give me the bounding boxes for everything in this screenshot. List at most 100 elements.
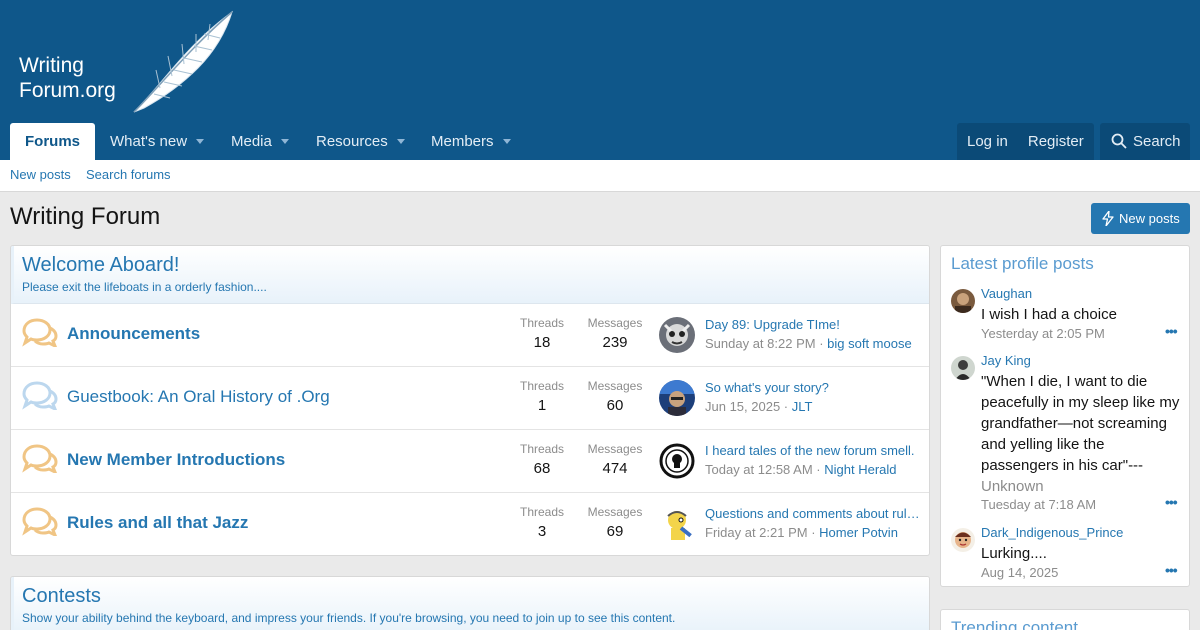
avatar[interactable] xyxy=(659,317,695,353)
last-post-time: Today at 12:58 AM xyxy=(705,462,813,477)
category-description: Show your ability behind the keyboard, a… xyxy=(22,611,676,625)
node-title[interactable]: New Member Introductions xyxy=(67,450,285,470)
profile-post-time[interactable]: Tuesday at 7:18 AM xyxy=(981,497,1096,512)
avatar[interactable] xyxy=(659,506,695,542)
profile-post: Dark_Indigenous_Prince Lurking.... Aug 1… xyxy=(941,525,1189,585)
tab-members[interactable]: Members xyxy=(431,123,511,160)
trending-content-widget: Trending content xyxy=(940,609,1190,630)
site-logo[interactable]: Writing Forum.org xyxy=(19,53,116,103)
chevron-down-icon[interactable] xyxy=(396,138,405,144)
avatar[interactable] xyxy=(951,356,975,380)
tab-media[interactable]: Media xyxy=(231,123,289,160)
category-title[interactable]: Contests xyxy=(22,585,101,608)
profile-post-user[interactable]: Vaughan xyxy=(981,286,1032,301)
search-label: Search xyxy=(1133,133,1181,150)
profile-post-user[interactable]: Jay King xyxy=(981,353,1031,368)
chat-bubbles-icon xyxy=(22,444,58,473)
new-posts-button[interactable]: New posts xyxy=(1091,203,1190,234)
profile-post: Vaughan I wish I had a choice Yesterday … xyxy=(941,286,1189,346)
node-list: Announcements Threads 18 Messages 239 Da… xyxy=(11,304,929,555)
category-welcome-aboard: Welcome Aboard! Please exit the lifeboat… xyxy=(10,245,930,556)
sub-navigation: New posts Search forums xyxy=(0,160,1200,192)
tab-resources[interactable]: Resources xyxy=(316,123,405,160)
messages-label: Messages xyxy=(587,442,643,456)
forum-node: Announcements Threads 18 Messages 239 Da… xyxy=(11,304,929,367)
forum-node: Rules and all that Jazz Threads 3 Messag… xyxy=(11,493,929,555)
threads-count: 18 xyxy=(533,334,551,351)
more-options-icon[interactable]: ••• xyxy=(1165,323,1178,339)
messages-count: 239 xyxy=(602,334,628,351)
category-header: Contests Show your ability behind the ke… xyxy=(11,577,929,630)
new-posts-link[interactable]: New posts xyxy=(10,167,71,182)
avatar[interactable] xyxy=(951,528,975,552)
last-post-meta: Jun 15, 2025 · JLT xyxy=(705,399,813,414)
chevron-down-icon[interactable] xyxy=(196,138,205,144)
chat-bubbles-icon xyxy=(22,381,58,410)
latest-profile-posts-widget: Latest profile posts Vaughan I wish I ha… xyxy=(940,245,1190,587)
messages-count: 60 xyxy=(606,397,624,414)
search-forums-link[interactable]: Search forums xyxy=(86,167,171,182)
widget-title[interactable]: Latest profile posts xyxy=(951,254,1094,274)
more-options-icon[interactable]: ••• xyxy=(1165,494,1178,510)
last-post-user[interactable]: JLT xyxy=(792,399,813,414)
last-post-user[interactable]: big soft moose xyxy=(827,336,912,351)
threads-label: Threads xyxy=(519,505,565,519)
more-options-icon[interactable]: ••• xyxy=(1165,562,1178,578)
avatar[interactable] xyxy=(659,443,695,479)
threads-label: Threads xyxy=(519,316,565,330)
register-button[interactable]: Register xyxy=(1018,123,1094,160)
new-posts-button-label: New posts xyxy=(1119,211,1180,226)
chat-bubbles-icon xyxy=(22,318,58,347)
last-post-meta: Friday at 2:21 PM · Homer Potvin xyxy=(705,525,898,540)
node-title[interactable]: Rules and all that Jazz xyxy=(67,513,248,533)
tab-media-label: Media xyxy=(231,133,272,150)
messages-label: Messages xyxy=(587,316,643,330)
category-contests: Contests Show your ability behind the ke… xyxy=(10,576,930,630)
threads-label: Threads xyxy=(519,442,565,456)
messages-count: 69 xyxy=(606,523,624,540)
category-description: Please exit the lifeboats in a orderly f… xyxy=(22,280,267,294)
messages-count: 474 xyxy=(602,460,628,477)
threads-count: 3 xyxy=(537,523,547,540)
feather-logo-icon xyxy=(133,10,233,113)
chevron-down-icon[interactable] xyxy=(280,138,289,144)
last-post-title[interactable]: I heard tales of the new forum smell. xyxy=(705,443,921,458)
chevron-down-icon[interactable] xyxy=(502,138,511,144)
search-button[interactable]: Search xyxy=(1100,123,1190,160)
last-post-title[interactable]: Questions and comments about rules... xyxy=(705,506,921,521)
last-post-title[interactable]: Day 89: Upgrade TIme! xyxy=(705,317,921,332)
threads-label: Threads xyxy=(519,379,565,393)
widget-title[interactable]: Trending content xyxy=(951,618,1078,630)
lightning-icon xyxy=(1102,211,1114,226)
node-title[interactable]: Announcements xyxy=(67,324,200,344)
tab-forums[interactable]: Forums xyxy=(10,123,96,160)
logo-line-2: Forum.org xyxy=(19,79,116,102)
threads-count: 1 xyxy=(537,397,547,414)
category-header: Welcome Aboard! Please exit the lifeboat… xyxy=(11,246,929,304)
tab-forums-label: Forums xyxy=(25,133,81,150)
profile-post-message: "When I die, I want to die peacefully in… xyxy=(981,371,1181,497)
tab-members-label: Members xyxy=(431,133,494,150)
avatar[interactable] xyxy=(951,289,975,313)
last-post-title[interactable]: So what's your story? xyxy=(705,380,921,395)
category-title[interactable]: Welcome Aboard! xyxy=(22,254,180,277)
tab-whats-new[interactable]: What's new xyxy=(110,123,205,160)
page-title: Writing Forum xyxy=(10,203,161,230)
last-post-time: Jun 15, 2025 xyxy=(705,399,781,414)
profile-post-message: I wish I had a choice xyxy=(981,306,1117,323)
profile-post-user[interactable]: Dark_Indigenous_Prince xyxy=(981,525,1123,540)
messages-label: Messages xyxy=(587,505,643,519)
node-title[interactable]: Guestbook: An Oral History of .Org xyxy=(67,387,330,407)
last-post-meta: Sunday at 8:22 PM · big soft moose xyxy=(705,336,912,351)
profile-post-message-text: "When I die, I want to die peacefully in… xyxy=(981,373,1180,474)
profile-post-message-more: Unknown xyxy=(981,478,1044,495)
tab-resources-label: Resources xyxy=(316,133,388,150)
last-post-user[interactable]: Homer Potvin xyxy=(819,525,898,540)
login-button[interactable]: Log in xyxy=(957,123,1018,160)
avatar[interactable] xyxy=(659,380,695,416)
profile-post-time[interactable]: Aug 14, 2025 xyxy=(981,565,1058,580)
chat-bubbles-icon xyxy=(22,507,58,536)
last-post-user[interactable]: Night Herald xyxy=(824,462,896,477)
tab-whats-new-label: What's new xyxy=(110,133,188,150)
profile-post-time[interactable]: Yesterday at 2:05 PM xyxy=(981,326,1105,341)
